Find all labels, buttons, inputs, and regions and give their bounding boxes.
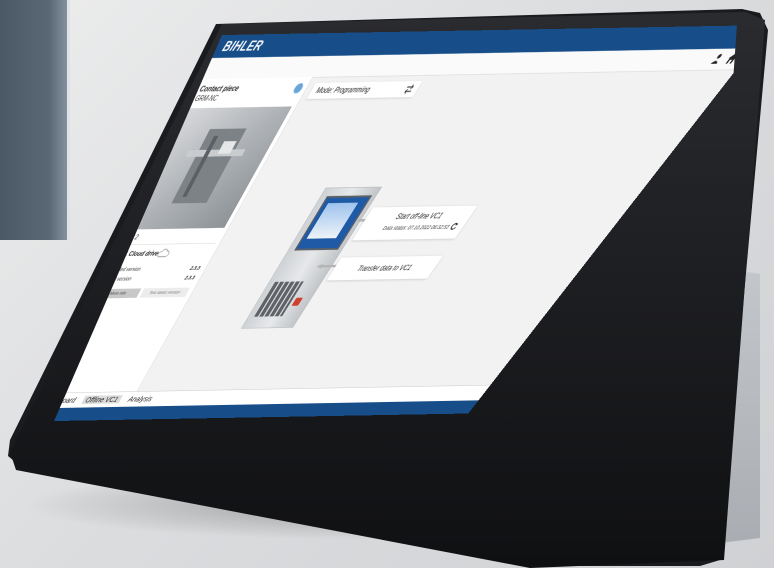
mode-label: Mode: Programming (313, 85, 373, 96)
start-offline-card[interactable]: Start off-line VC1 Data status: 07.10.20… (352, 205, 478, 241)
transfer-data-title: Transfer data to VC1 (355, 263, 415, 273)
mode-selector[interactable]: Mode: Programming (306, 80, 423, 99)
background-wall (0, 0, 70, 240)
cloud-icon (156, 249, 172, 258)
tab-offline-vc1[interactable]: Offline VC1 (81, 395, 123, 405)
swap-icon[interactable] (402, 84, 417, 94)
divider (120, 242, 216, 246)
installed-version-value: 2.3.3 (188, 264, 202, 272)
start-offline-title: Start off-line VC1 (393, 211, 446, 221)
transfer-data-card[interactable]: Transfer data to VC1 (326, 255, 444, 281)
latest-version-value: 2.3.3 (183, 274, 197, 281)
product-title: Contact piece (197, 84, 241, 94)
tab-analysis[interactable]: Analysis (124, 395, 157, 404)
data-status-text: Data status: 07.10.2022 06:32:53 (381, 223, 452, 232)
bihler-logo: BIHLER (219, 38, 267, 55)
product-subtitle: GRM-NC (193, 94, 219, 104)
info-icon[interactable] (291, 83, 305, 94)
test-latest-version-button[interactable]: Test latest version (139, 287, 191, 298)
